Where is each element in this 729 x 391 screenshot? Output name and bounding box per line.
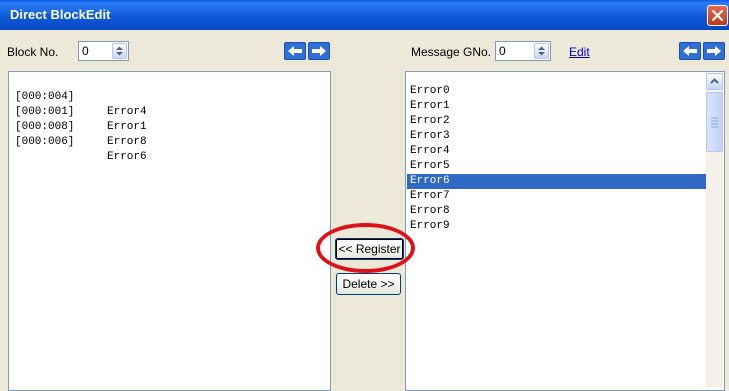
list-item[interactable]: Error1	[407, 99, 706, 114]
block-no-spin-buttons[interactable]	[112, 43, 127, 59]
message-list-scrollbar[interactable]	[706, 73, 723, 387]
list-item[interactable]: Error8	[407, 204, 706, 219]
arrow-right-icon	[312, 46, 326, 56]
edit-link[interactable]: Edit	[569, 45, 590, 59]
list-item[interactable]: Error0	[407, 84, 706, 99]
spin-arrows-icon	[116, 46, 123, 56]
list-item[interactable]: Error5	[407, 159, 706, 174]
scroll-up-button[interactable]	[706, 73, 723, 90]
list-item[interactable]: [000:001] Error1	[11, 90, 147, 133]
block-name: Error4	[107, 106, 147, 118]
block-code: [000:006]	[15, 136, 75, 148]
list-item-selected[interactable]: Error6	[407, 174, 706, 189]
delete-button[interactable]: Delete >>	[336, 273, 401, 295]
list-item[interactable]: Error9	[407, 219, 706, 234]
list-item[interactable]: [000:008] Error8	[11, 105, 147, 148]
block-name: Error6	[107, 151, 147, 163]
close-icon	[711, 9, 724, 22]
block-no-label: Block No.	[7, 45, 59, 59]
arrow-left-icon	[683, 46, 697, 56]
block-no-value: 0	[82, 44, 89, 58]
block-name: Error8	[107, 136, 147, 148]
gno-label: GNo.	[463, 45, 492, 59]
right-prev-button[interactable]	[679, 42, 701, 60]
block-no-stepper[interactable]: 0	[78, 41, 129, 61]
message-label: Message	[411, 45, 460, 59]
register-button[interactable]: << Register	[335, 238, 404, 260]
right-nav-arrows	[679, 42, 727, 60]
left-prev-button[interactable]	[284, 42, 306, 60]
arrow-right-icon	[707, 46, 721, 56]
list-item[interactable]: [000:004] Error4	[11, 75, 147, 118]
spin-arrows-icon	[538, 46, 545, 56]
scroll-thumb[interactable]	[706, 92, 723, 152]
grip-icon	[711, 117, 718, 128]
list-item[interactable]: Error4	[407, 144, 706, 159]
left-next-button[interactable]	[308, 42, 330, 60]
gno-spin-buttons[interactable]	[534, 43, 549, 59]
arrow-left-icon	[288, 46, 302, 56]
left-nav-arrows	[284, 42, 332, 60]
block-list[interactable]: [000:004] Error4 [000:001] Error1 [000:0…	[8, 71, 331, 391]
list-item[interactable]: Error3	[407, 129, 706, 144]
chevron-up-icon	[710, 78, 719, 84]
title-bar: Direct BlockEdit	[0, 0, 729, 30]
gno-stepper[interactable]: 0	[495, 41, 551, 61]
message-list[interactable]: Error0 Error1 Error2 Error3 Error4 Error…	[405, 71, 725, 391]
gno-value: 0	[499, 44, 506, 58]
list-item[interactable]: [000:006] Error6	[11, 120, 147, 163]
close-button[interactable]	[707, 5, 728, 26]
block-name: Error1	[107, 121, 147, 133]
list-item[interactable]: Error2	[407, 114, 706, 129]
right-next-button[interactable]	[703, 42, 725, 60]
list-item[interactable]: Error7	[407, 189, 706, 204]
window-title: Direct BlockEdit	[10, 7, 111, 22]
